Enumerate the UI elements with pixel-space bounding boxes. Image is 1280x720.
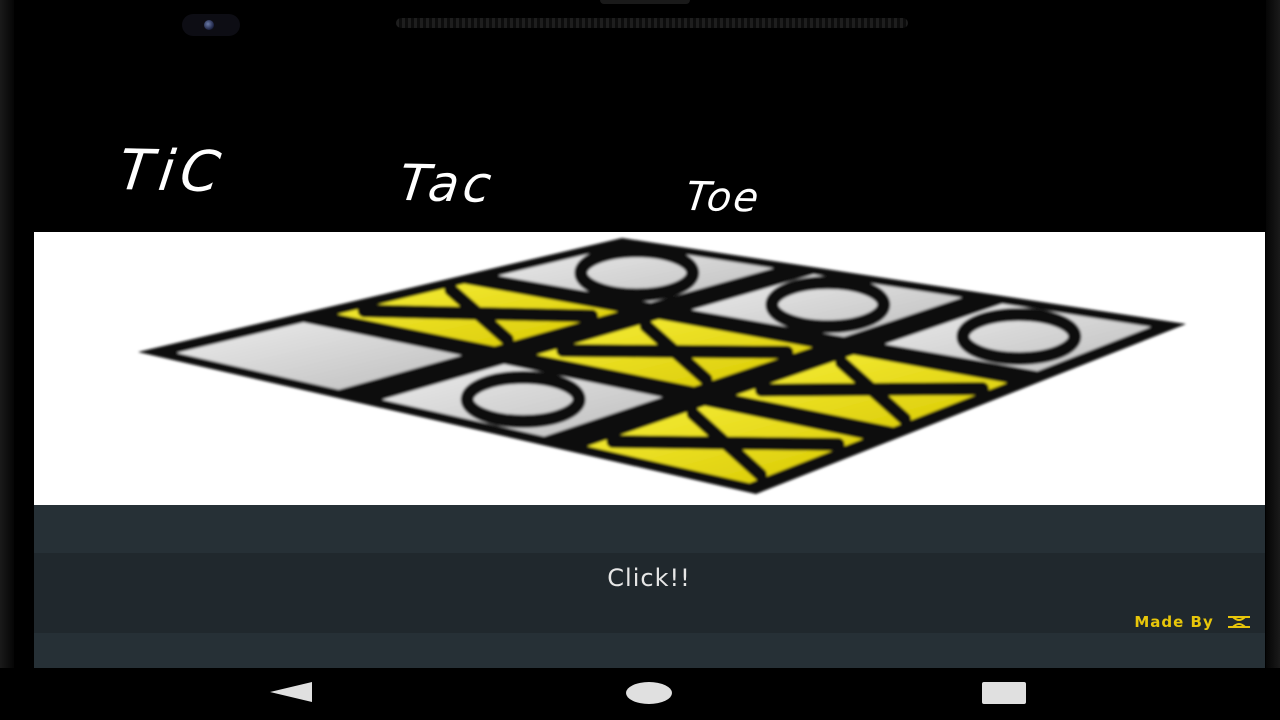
author-signature-icon: [1228, 616, 1250, 628]
back-triangle-icon[interactable]: [268, 680, 314, 704]
top-notch: [600, 0, 690, 4]
made-by-credit: Made By: [954, 613, 1254, 639]
made-by-label: Made By: [1134, 613, 1214, 631]
recents-square-icon[interactable]: [982, 682, 1026, 704]
bezel-right: [1266, 0, 1280, 720]
title-word-tic: TiC: [114, 138, 230, 206]
android-nav-bar: [0, 668, 1280, 720]
home-circle-icon[interactable]: [626, 682, 672, 704]
app-title: TiC Tac Toe: [113, 138, 901, 234]
earpiece-speaker: [396, 18, 908, 28]
tic-tac-toe-board-image: [34, 232, 1265, 505]
action-panel: Click!! Made By: [34, 505, 1265, 668]
bezel-left: [0, 0, 14, 720]
phone-screen: TiC Tac Toe Click!! Made By: [0, 0, 1280, 720]
board-illustration: [138, 238, 1186, 494]
title-word-tac: Tac: [395, 153, 499, 214]
title-word-toe: Toe: [682, 173, 764, 222]
click-button[interactable]: Click!!: [489, 543, 809, 613]
front-camera-icon: [182, 14, 240, 36]
